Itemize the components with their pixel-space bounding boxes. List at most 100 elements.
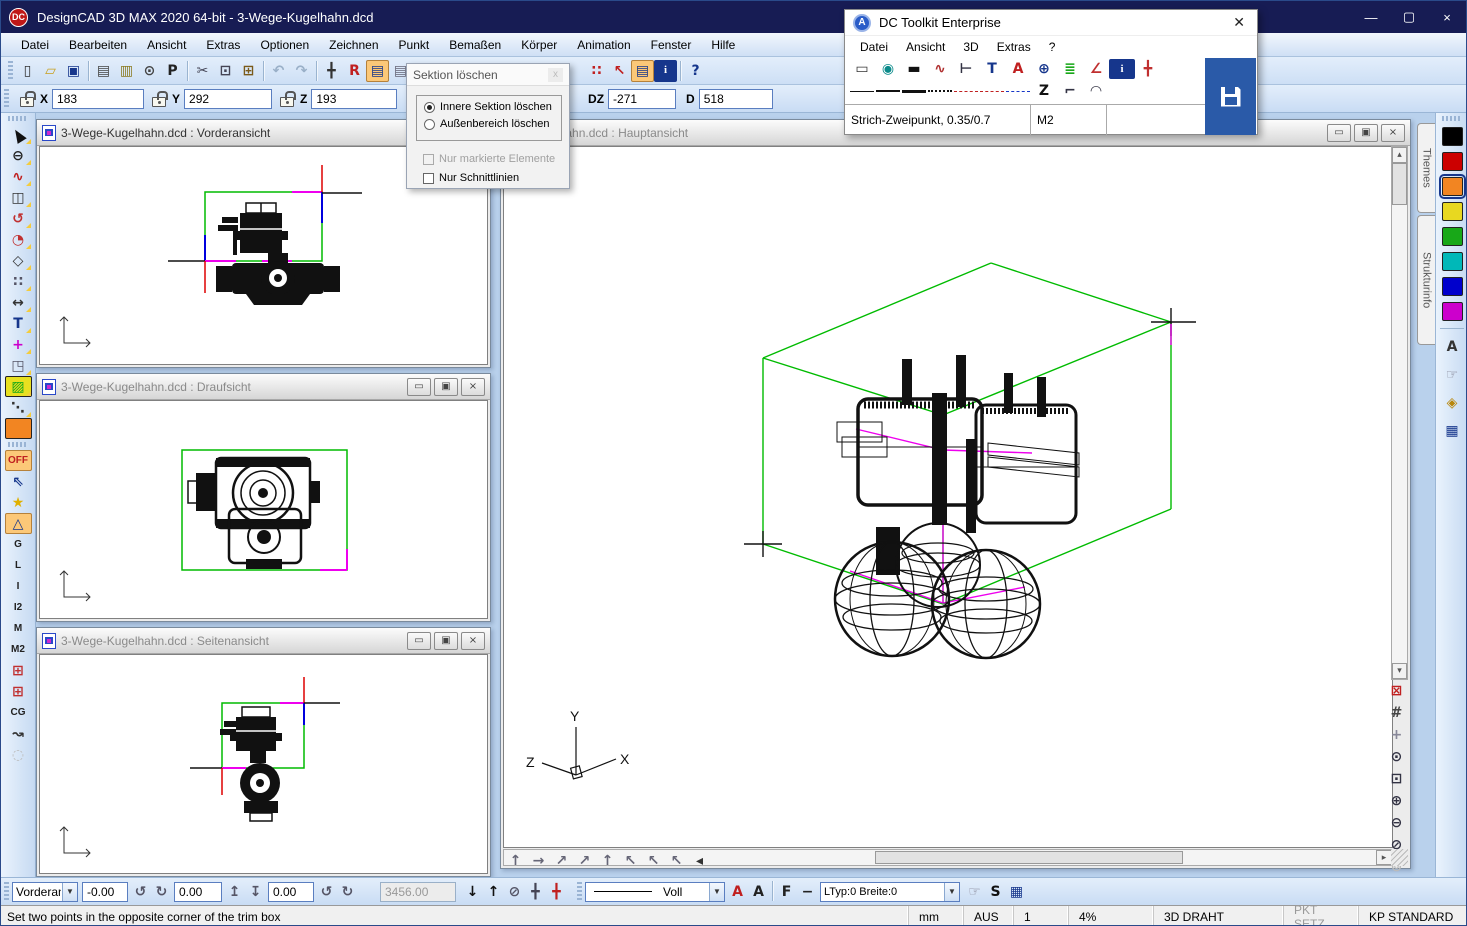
- handles-icon[interactable]: ∷: [585, 60, 608, 82]
- target-icon[interactable]: ⊕: [1031, 59, 1057, 79]
- linestyle-grip[interactable]: [577, 882, 582, 902]
- zoom-icon[interactable]: ⊖: [5, 145, 32, 166]
- ltyp-select[interactable]: LTyp:0 Breite:0 ▼: [820, 882, 960, 902]
- paste-icon[interactable]: ⊞: [237, 60, 260, 82]
- vertical-scrollbar[interactable]: ▴ ▾: [1391, 146, 1408, 680]
- chevron-down-icon[interactable]: ▼: [944, 883, 959, 901]
- kp-standard-status[interactable]: KP STANDARD: [1358, 906, 1467, 926]
- seitenansicht-close-button[interactable]: ×: [461, 632, 485, 650]
- polygon-icon[interactable]: ◇: [5, 250, 32, 271]
- angle2-input[interactable]: [174, 882, 222, 902]
- menu-item-punkt[interactable]: Punkt: [389, 35, 440, 55]
- menu-item--[interactable]: ?: [1040, 38, 1065, 56]
- context-help-icon[interactable]: ?: [684, 60, 707, 82]
- select-mode-icon[interactable]: ⇖: [5, 471, 32, 492]
- toolkit-titlebar[interactable]: A DC Toolkit Enterprise ✕: [845, 10, 1257, 36]
- section-info-icon[interactable]: ▤: [631, 60, 654, 82]
- distance-input[interactable]: [380, 882, 456, 902]
- view-arrow-ne-high-icon[interactable]: ↑: [596, 850, 619, 872]
- view-arrow-right-icon[interactable]: →: [527, 850, 550, 872]
- new-file-icon[interactable]: ▯: [16, 60, 39, 82]
- bold-line-icon[interactable]: ▬: [901, 59, 927, 79]
- radio-icon[interactable]: [424, 102, 435, 113]
- coordbar-grip[interactable]: [4, 89, 9, 109]
- hand-icon[interactable]: ☞: [964, 881, 985, 902]
- line-thin-icon[interactable]: [849, 81, 875, 101]
- hauptansicht-minimize-button[interactable]: ▭: [1327, 124, 1351, 142]
- color-toolbar-grip[interactable]: [1442, 116, 1462, 121]
- open-folder-icon[interactable]: ▱: [39, 60, 62, 82]
- hauptansicht-maximize-button[interactable]: ▣: [1354, 124, 1378, 142]
- snap-toolbar-grip[interactable]: [8, 442, 28, 447]
- view-arrow-nw-icon[interactable]: ↖: [642, 850, 665, 872]
- x-lock-icon[interactable]: [20, 97, 34, 107]
- menu-item-datei[interactable]: Datei: [851, 38, 897, 56]
- cut-icon[interactable]: ✂: [191, 60, 214, 82]
- rotate-icon[interactable]: ↺: [5, 208, 32, 229]
- line-dashdot-red-icon[interactable]: [953, 81, 979, 101]
- window-seitenansicht[interactable]: 3-Wege-Kugelhahn.dcd : Seitenansicht ▭ ▣…: [36, 627, 491, 877]
- array-icon[interactable]: ∷: [5, 271, 32, 292]
- menu-item-optionen[interactable]: Optionen: [250, 35, 319, 55]
- angle3-input[interactable]: [268, 882, 314, 902]
- radio-aussenbereich[interactable]: Außenbereich löschen: [424, 118, 561, 130]
- radio-innere-sektion[interactable]: Innere Sektion löschen: [424, 101, 561, 113]
- menu-item-datei[interactable]: Datei: [11, 35, 59, 55]
- minus-icon[interactable]: −: [797, 881, 818, 902]
- intersect2-snap-icon[interactable]: I2: [5, 597, 32, 618]
- color-cyan[interactable]: [1442, 252, 1463, 271]
- window-draufsicht[interactable]: 3-Wege-Kugelhahn.dcd : Draufsicht ▭ ▣ ×: [36, 373, 491, 622]
- draufsicht-close-button[interactable]: ×: [461, 378, 485, 396]
- color-yellow[interactable]: [1442, 202, 1463, 221]
- box-3d-icon[interactable]: ◫: [5, 187, 32, 208]
- select-edit-icon[interactable]: ↖: [608, 60, 631, 82]
- menu-item-fenster[interactable]: Fenster: [641, 35, 702, 55]
- view-arrow-nw-low-icon[interactable]: ↖: [665, 850, 688, 872]
- plot-icon[interactable]: P: [161, 60, 184, 82]
- angle-icon[interactable]: ⌐: [1057, 81, 1083, 101]
- hatch-icon[interactable]: ▨: [5, 376, 32, 397]
- scroll-up-icon[interactable]: ▴: [1392, 147, 1407, 163]
- z-order-icon[interactable]: Z: [1031, 81, 1057, 101]
- center-point-icon[interactable]: ╋: [546, 881, 567, 902]
- move-up-icon[interactable]: ↑: [483, 881, 504, 902]
- menu-item-extras[interactable]: Extras: [988, 38, 1040, 56]
- hauptansicht-close-button[interactable]: ×: [1381, 124, 1405, 142]
- toolkit-close-button[interactable]: ✕: [1229, 14, 1249, 31]
- gravity-snap-icon[interactable]: CG: [5, 702, 32, 723]
- linestyle-select[interactable]: Voll ▼: [585, 882, 725, 902]
- chevron-down-icon[interactable]: ▼: [62, 883, 77, 901]
- menu-item-bearbeiten[interactable]: Bearbeiten: [59, 35, 137, 55]
- save-icon[interactable]: ▣: [62, 60, 85, 82]
- seitenansicht-minimize-button[interactable]: ▭: [407, 632, 431, 650]
- move-down-icon[interactable]: ↓: [462, 881, 483, 902]
- line-medium-icon[interactable]: [875, 81, 901, 101]
- zoom-out-icon[interactable]: ⊖: [1385, 812, 1408, 834]
- color-orange[interactable]: [1442, 177, 1463, 196]
- view-arrow-ne-icon[interactable]: ↗: [573, 850, 596, 872]
- f-mode-icon[interactable]: F: [776, 881, 797, 902]
- chevron-down-icon[interactable]: ▼: [709, 883, 724, 901]
- checkbox-icon[interactable]: [423, 154, 434, 165]
- dimension-icon[interactable]: ⊢: [953, 59, 979, 79]
- zoom-status[interactable]: 4%: [1068, 906, 1153, 926]
- midpoint-snap-icon[interactable]: M: [5, 618, 32, 639]
- menu-item-k-rper[interactable]: Körper: [511, 35, 567, 55]
- dialog-titlebar[interactable]: Sektion löschen x: [407, 64, 569, 86]
- select-arrow-icon[interactable]: ▲: [5, 124, 32, 145]
- attach-attr-icon[interactable]: ▦: [1006, 881, 1027, 902]
- color-magenta[interactable]: [1442, 302, 1463, 321]
- menu-item-zeichnen[interactable]: Zeichnen: [319, 35, 388, 55]
- app-close-button[interactable]: ×: [1428, 1, 1466, 33]
- info-icon[interactable]: i: [654, 60, 677, 82]
- text-icon[interactable]: T: [979, 59, 1005, 79]
- menu-item-animation[interactable]: Animation: [567, 35, 640, 55]
- bottombar-grip[interactable]: [4, 882, 9, 902]
- view-arrow-ne-low-icon[interactable]: ↗: [550, 850, 573, 872]
- line-dashdot-blue-icon[interactable]: [1005, 81, 1031, 101]
- tab-strukturinfo[interactable]: Strukturinfo: [1417, 215, 1435, 345]
- copy-attr-icon[interactable]: ▦: [1441, 420, 1464, 442]
- menu-item-ansicht[interactable]: Ansicht: [137, 35, 196, 55]
- view-select[interactable]: Vorderansicht ▼: [12, 882, 78, 902]
- font-normal-icon[interactable]: A: [748, 881, 769, 902]
